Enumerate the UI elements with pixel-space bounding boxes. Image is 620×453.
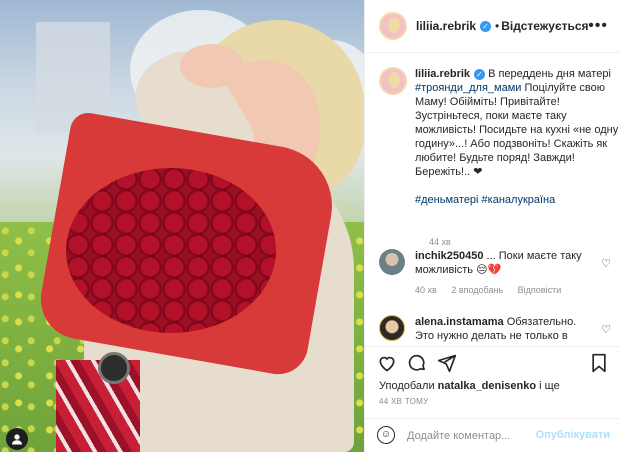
hashtags-link[interactable]: #деньматері #каналукраїна	[415, 193, 620, 207]
caption-text: liliia.rebrik ✓ В переддень дня матері #т…	[415, 67, 620, 207]
avatar[interactable]	[379, 315, 405, 341]
likes-user[interactable]: natalka_denisenko	[438, 380, 536, 392]
heart-icon[interactable]: ♡	[601, 323, 611, 337]
avatar[interactable]	[379, 12, 407, 40]
caption-username[interactable]: liliia.rebrik	[415, 68, 470, 80]
comment-bar: ☺ Опублікувати	[365, 418, 620, 453]
verified-icon: ✓	[474, 69, 486, 80]
user-icon	[12, 434, 22, 445]
heart-icon[interactable]	[377, 353, 397, 379]
comment-username[interactable]: alena.instamama	[415, 316, 504, 328]
comment-text: alena.instamama Обязательно. Это нужно д…	[415, 315, 593, 343]
avatar[interactable]	[379, 67, 407, 95]
more-icon[interactable]: •••	[588, 17, 608, 35]
following-button[interactable]: Відстежується	[501, 19, 588, 33]
post-button[interactable]: Опублікувати	[536, 429, 610, 441]
comment-time: 40 хв	[415, 285, 437, 295]
reply-button[interactable]: Відповісти	[518, 285, 562, 295]
verified-icon: ✓	[480, 20, 492, 32]
comment-username[interactable]: inchik250450	[415, 250, 484, 262]
post-time[interactable]: 44 ХВ ТОМУ	[379, 397, 429, 406]
separator-dot: •	[495, 19, 500, 33]
caption-body: Поцілуйте свою Маму! Обійміть! Привітайт…	[415, 82, 619, 178]
post-photo[interactable]	[0, 0, 364, 452]
hand	[180, 44, 244, 88]
caption-time: 44 хв	[429, 237, 451, 247]
bookmark-icon[interactable]	[590, 353, 608, 379]
tagged-user-button[interactable]	[6, 428, 28, 450]
action-bar	[365, 346, 620, 383]
heart-icon[interactable]: ♡	[601, 257, 611, 271]
share-icon[interactable]	[437, 353, 457, 379]
comments-scroll[interactable]: liliia.rebrik ✓ В переддень дня матері #т…	[365, 53, 620, 345]
comment-likes[interactable]: 2 вподобань	[451, 285, 503, 295]
wristwatch	[98, 352, 130, 384]
red-roses	[66, 168, 276, 333]
post-sidebar: liliia.rebrik ✓ • Відстежується ••• lili…	[364, 0, 620, 452]
likes-prefix: Уподобали	[379, 380, 438, 392]
avatar[interactable]	[379, 249, 405, 275]
hashtag-link[interactable]: #троянди_для_мами	[415, 82, 521, 94]
comment-text: inchik250450 ... Поки маєте таку можливі…	[415, 249, 593, 297]
caption-intro: В переддень дня матері	[485, 68, 611, 80]
post-header: liliia.rebrik ✓ • Відстежується •••	[365, 0, 620, 53]
comment-input[interactable]	[407, 427, 539, 445]
comment-meta: 40 хв 2 вподобань Відповісти	[415, 283, 593, 297]
header-username[interactable]: liliia.rebrik	[416, 19, 476, 33]
emoji-icon[interactable]: ☺	[377, 426, 395, 444]
likes-summary: Уподобали natalka_denisenko і ще	[379, 380, 560, 392]
comment-icon[interactable]	[407, 353, 427, 379]
likes-suffix[interactable]: і ще	[536, 380, 560, 392]
